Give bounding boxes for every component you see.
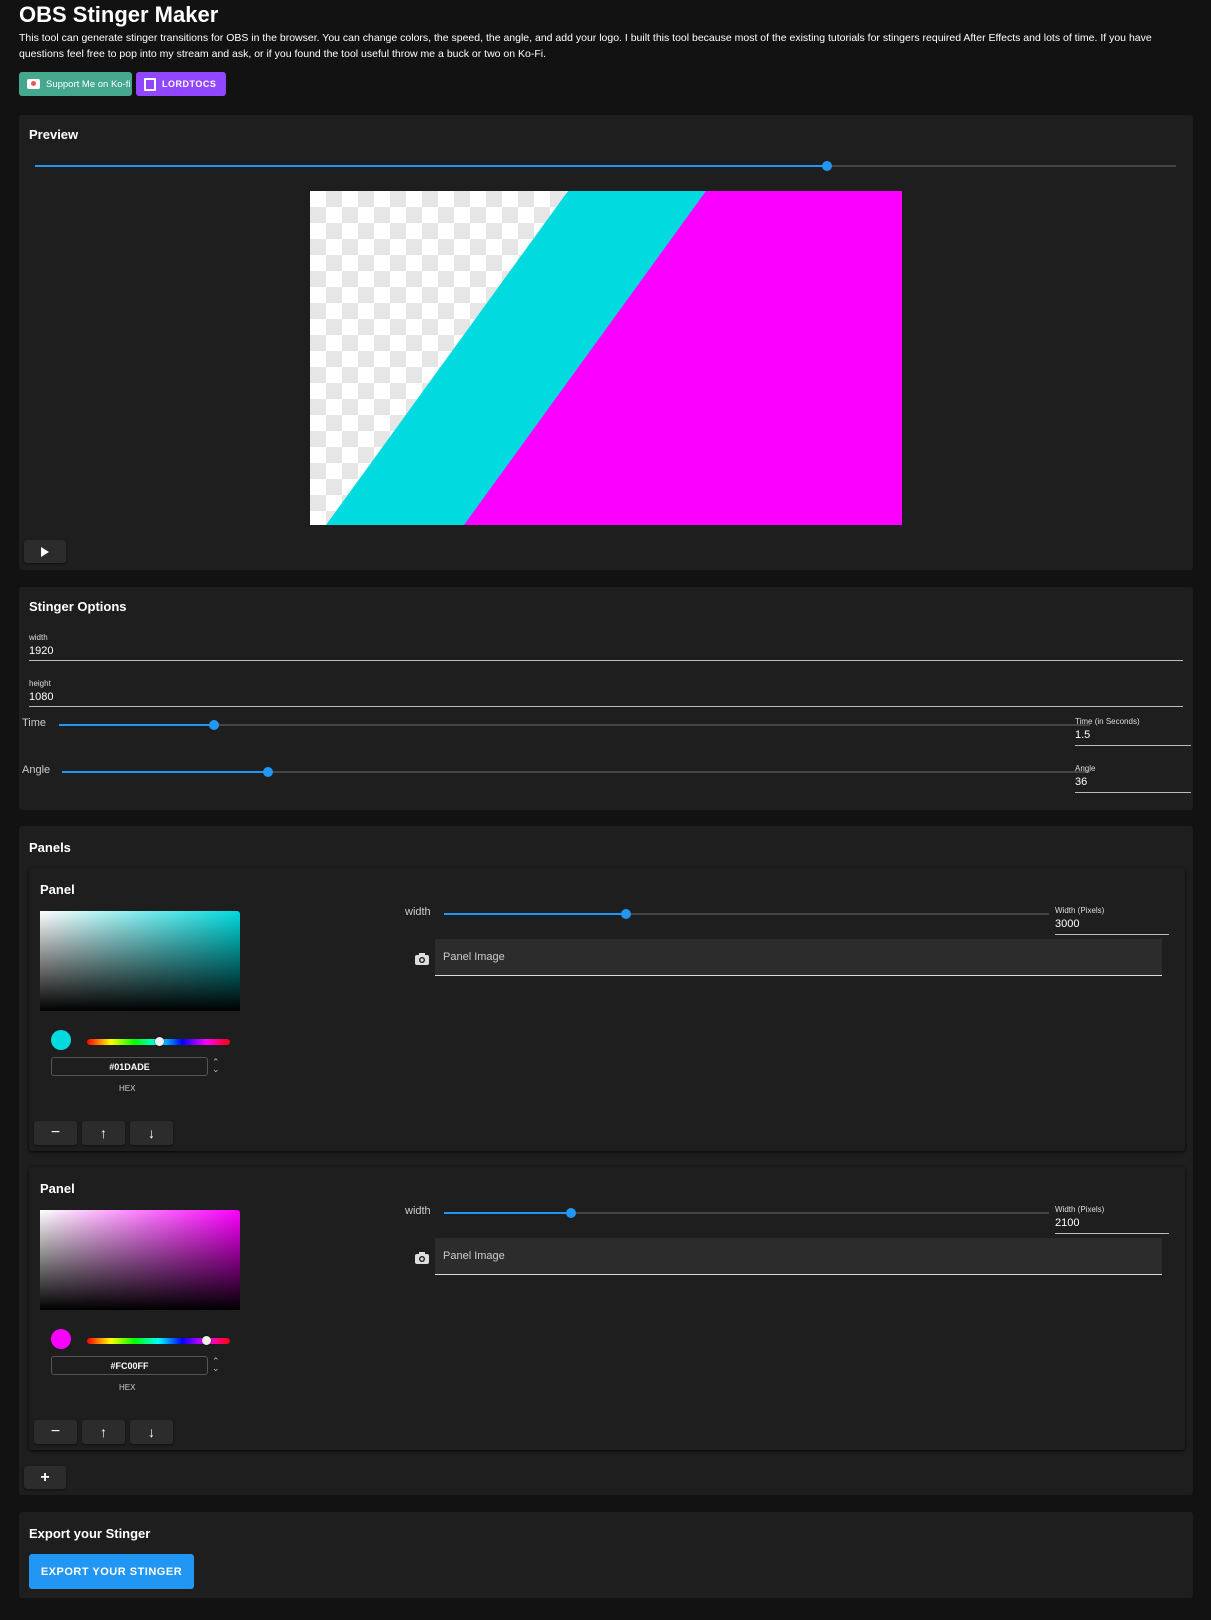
height-field-label: height bbox=[29, 679, 51, 688]
export-title: Export your Stinger bbox=[29, 1526, 151, 1541]
export-stinger-button[interactable]: EXPORT YOUR STINGER bbox=[29, 1554, 194, 1589]
color-swatch bbox=[51, 1329, 71, 1349]
play-icon bbox=[41, 546, 49, 557]
color-mode-toggle[interactable]: ⌃ ⌄ bbox=[212, 1058, 220, 1074]
panel-width-field-underline bbox=[1055, 934, 1169, 935]
kofi-label: Support Me on Ko-fi bbox=[46, 78, 131, 90]
preview-scrub-slider[interactable] bbox=[35, 161, 1176, 171]
color-saturation-picker[interactable] bbox=[40, 1210, 240, 1310]
angle-field-label: Angle bbox=[1075, 764, 1096, 773]
time-slider-fill bbox=[59, 724, 214, 726]
panel-width-slider[interactable] bbox=[444, 1208, 1049, 1218]
panel-width-slider-fill bbox=[444, 1212, 572, 1214]
move-panel-up-button[interactable]: ↑ bbox=[82, 1420, 125, 1444]
height-field[interactable]: 1080 bbox=[29, 691, 53, 703]
kofi-support-button[interactable]: Support Me on Ko-fi bbox=[19, 72, 132, 96]
preview-title: Preview bbox=[29, 127, 79, 142]
panel-width-slider-thumb[interactable] bbox=[620, 909, 631, 919]
hex-input[interactable]: #FC00FF bbox=[51, 1356, 208, 1375]
hue-slider[interactable] bbox=[87, 1037, 230, 1046]
time-field-underline bbox=[1075, 745, 1191, 746]
twitch-channel-button[interactable]: LORDTOCS bbox=[136, 72, 226, 96]
preview-canvas bbox=[310, 191, 902, 525]
options-title: Stinger Options bbox=[29, 599, 127, 614]
hue-slider[interactable] bbox=[87, 1336, 230, 1345]
move-panel-down-button[interactable]: ↓ bbox=[130, 1121, 173, 1145]
panel-title: Panel bbox=[40, 1181, 75, 1196]
twitch-label: LORDTOCS bbox=[162, 79, 217, 89]
panel-width-slider-fill bbox=[444, 913, 626, 915]
hex-label: HEX bbox=[119, 1084, 136, 1093]
angle-label: Angle bbox=[22, 764, 51, 776]
panel-image-input[interactable]: Panel Image bbox=[435, 1238, 1162, 1275]
twitch-icon bbox=[144, 77, 156, 91]
time-slider[interactable] bbox=[59, 720, 1090, 730]
page-description: This tool can generate stinger transitio… bbox=[19, 32, 1152, 60]
panel-width-field[interactable]: 2100 bbox=[1055, 1217, 1079, 1229]
move-panel-up-button[interactable]: ↑ bbox=[82, 1121, 125, 1145]
panel-title: Panel bbox=[40, 882, 75, 897]
hex-label: HEX bbox=[119, 1383, 136, 1392]
color-saturation-picker[interactable] bbox=[40, 911, 240, 1011]
export-card: Export your Stinger EXPORT YOUR STINGER bbox=[19, 1512, 1193, 1598]
arrow-up-icon: ↑ bbox=[100, 1125, 107, 1141]
hue-slider-thumb[interactable] bbox=[154, 1037, 164, 1046]
time-seconds-field[interactable]: 1.5 bbox=[1075, 729, 1090, 741]
remove-panel-button[interactable]: − bbox=[34, 1121, 77, 1145]
width-field-label: width bbox=[29, 633, 48, 642]
arrow-down-icon: ↓ bbox=[148, 1125, 155, 1141]
panel-width-field[interactable]: 3000 bbox=[1055, 918, 1079, 930]
stinger-options-card: Stinger Options width 1920 height 1080 T… bbox=[19, 587, 1193, 810]
panel-width-slider-thumb[interactable] bbox=[566, 1208, 577, 1218]
hex-input[interactable]: #01DADE bbox=[51, 1057, 208, 1076]
color-swatch bbox=[51, 1030, 71, 1050]
move-panel-down-button[interactable]: ↓ bbox=[130, 1420, 173, 1444]
kofi-cup-icon bbox=[27, 79, 40, 89]
panel-image-input[interactable]: Panel Image bbox=[435, 939, 1162, 976]
minus-icon: − bbox=[50, 1124, 61, 1141]
panel-item: Panel #01DADE ⌃ ⌄ HEX − ↑ ↓ width Width (… bbox=[29, 868, 1185, 1151]
time-label: Time bbox=[22, 717, 47, 729]
camera-icon[interactable] bbox=[415, 953, 429, 965]
minus-icon: − bbox=[50, 1423, 61, 1440]
panel-width-label: width bbox=[405, 1205, 431, 1217]
height-field-underline bbox=[29, 706, 1183, 707]
panel-width-field-underline bbox=[1055, 1233, 1169, 1234]
remove-panel-button[interactable]: − bbox=[34, 1420, 77, 1444]
hue-slider-thumb[interactable] bbox=[201, 1336, 211, 1345]
color-mode-toggle[interactable]: ⌃ ⌄ bbox=[212, 1357, 220, 1373]
angle-slider[interactable] bbox=[62, 767, 1090, 777]
arrow-down-icon: ↓ bbox=[148, 1424, 155, 1440]
page-title: OBS Stinger Maker bbox=[19, 2, 219, 27]
stinger-preview-graphic bbox=[326, 191, 902, 525]
angle-slider-fill bbox=[62, 771, 268, 773]
plus-icon: + bbox=[40, 1468, 50, 1486]
panels-card: Panels Panel #01DADE ⌃ ⌄ HEX − ↑ ↓ width … bbox=[19, 826, 1193, 1495]
arrow-up-icon: ↑ bbox=[100, 1424, 107, 1440]
panels-title: Panels bbox=[29, 840, 71, 855]
time-slider-thumb[interactable] bbox=[208, 720, 219, 730]
preview-scrub-thumb[interactable] bbox=[821, 161, 832, 171]
angle-field-underline bbox=[1075, 792, 1191, 793]
angle-slider-thumb[interactable] bbox=[262, 767, 273, 777]
width-field-underline bbox=[29, 660, 1183, 661]
time-field-label: Time (in Seconds) bbox=[1075, 717, 1140, 726]
panel-item: Panel #FC00FF ⌃ ⌄ HEX − ↑ ↓ width Width (… bbox=[29, 1167, 1185, 1450]
camera-icon[interactable] bbox=[415, 1252, 429, 1264]
angle-field[interactable]: 36 bbox=[1075, 776, 1087, 788]
panel-width-field-label: Width (Pixels) bbox=[1055, 1205, 1105, 1214]
panel-width-label: width bbox=[405, 906, 431, 918]
panel-width-field-label: Width (Pixels) bbox=[1055, 906, 1105, 915]
play-button[interactable] bbox=[24, 540, 66, 563]
width-field[interactable]: 1920 bbox=[29, 645, 53, 657]
add-panel-button[interactable]: + bbox=[24, 1466, 66, 1489]
panel-width-slider[interactable] bbox=[444, 909, 1049, 919]
preview-scrub-fill bbox=[35, 165, 827, 167]
